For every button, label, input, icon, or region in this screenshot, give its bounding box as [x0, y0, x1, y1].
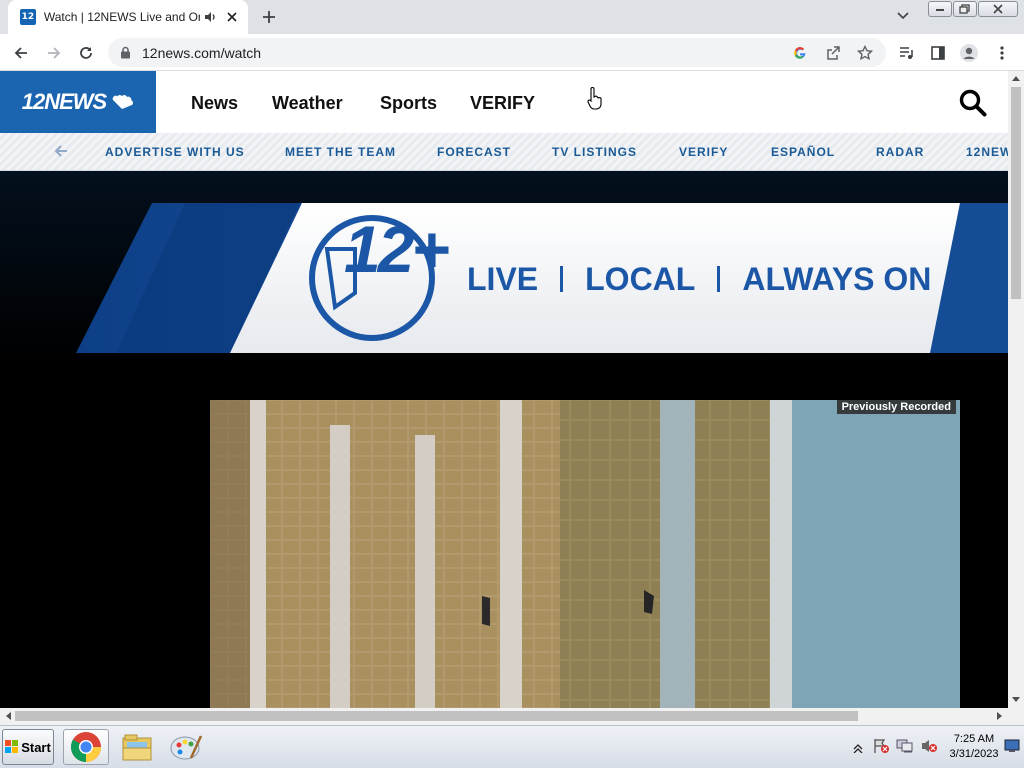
media-control-icon[interactable] [895, 42, 917, 64]
tagline-always-on: ALWAYS ON [742, 260, 932, 297]
clock-time: 7:25 AM [953, 733, 995, 745]
volume-muted-icon[interactable] [920, 738, 938, 759]
taskbar-explorer-button[interactable] [114, 729, 160, 765]
tagline-divider [560, 266, 564, 292]
site-header: 12NEWS News Weather Sports VERIFY [0, 71, 1008, 133]
action-center-flag-icon[interactable] [872, 738, 890, 759]
subnav-tv-listings[interactable]: TV LISTINGS [552, 145, 637, 159]
reload-icon[interactable] [75, 42, 97, 64]
horizontal-scroll-thumb[interactable] [15, 711, 858, 721]
subnav-advertise[interactable]: ADVERTISE WITH US [105, 145, 245, 159]
nav-weather[interactable]: Weather [272, 93, 343, 114]
nav-verify[interactable]: VERIFY [470, 93, 535, 114]
previously-recorded-badge: Previously Recorded [836, 400, 956, 414]
scroll-left-arrow-icon[interactable] [5, 712, 11, 720]
show-desktop-icon[interactable] [1004, 739, 1020, 758]
tagline-local: LOCAL [585, 260, 696, 297]
subnav-meet-the-team[interactable]: MEET THE TEAM [285, 145, 396, 159]
site-logo[interactable]: 12NEWS [0, 71, 156, 133]
tab-favicon-icon: 12 [20, 9, 36, 25]
new-tab-button[interactable] [258, 7, 280, 27]
paint-palette-icon [170, 735, 203, 760]
minimize-window-button[interactable] [928, 1, 952, 17]
close-window-button[interactable] [978, 1, 1018, 17]
subnav-espanol[interactable]: ESPAÑOL [771, 145, 835, 159]
network-icon[interactable] [896, 738, 914, 759]
browser-tab-active[interactable]: 12 Watch | 12NEWS Live and On-D [8, 0, 248, 34]
browser-tab-strip: 12 Watch | 12NEWS Live and On-D [0, 0, 1024, 34]
tray-expand-icon[interactable] [853, 740, 863, 758]
restore-window-button[interactable] [953, 1, 977, 17]
subnav-back-arrow-icon[interactable] [53, 143, 69, 164]
scroll-down-arrow-icon[interactable] [1012, 697, 1020, 703]
tagline-live: LIVE [467, 260, 539, 297]
google-icon[interactable] [791, 44, 809, 62]
folder-icon [122, 734, 152, 761]
horizontal-scrollbar[interactable] [0, 708, 1024, 725]
kebab-menu-icon[interactable] [991, 42, 1013, 64]
tagline-divider [717, 266, 721, 292]
clock-date: 3/31/2023 [949, 748, 999, 760]
side-panel-icon[interactable] [927, 42, 949, 64]
video-player[interactable]: Previously Recorded [210, 400, 960, 708]
address-bar[interactable]: 12news.com/watch [108, 38, 886, 67]
secondary-nav: ADVERTISE WITH US MEET THE TEAM FORECAST… [0, 133, 1008, 171]
chrome-icon [70, 732, 102, 762]
tab-audio-icon[interactable] [202, 11, 218, 23]
windows-logo-icon [5, 740, 19, 753]
windows-taskbar: Start 7:25 AM 3/31/2023 [0, 725, 1024, 768]
tab-title: Watch | 12NEWS Live and On-D [43, 10, 201, 24]
start-button[interactable]: Start [2, 729, 54, 765]
tab-search-chevron-icon[interactable] [896, 8, 910, 27]
vertical-scrollbar[interactable] [1008, 71, 1024, 708]
nav-news[interactable]: News [191, 93, 238, 114]
scroll-up-arrow-icon[interactable] [1012, 75, 1020, 81]
taskbar-clock[interactable]: 7:25 AM 3/31/2023 [944, 732, 1004, 762]
nav-sports[interactable]: Sports [380, 93, 437, 114]
taskbar-chrome-button[interactable] [63, 729, 109, 765]
profile-avatar-icon[interactable] [958, 42, 980, 64]
start-label: Start [21, 739, 51, 755]
lock-icon[interactable] [120, 46, 131, 64]
bookmark-star-icon[interactable] [856, 44, 874, 62]
subnav-verify[interactable]: VERIFY [679, 145, 728, 159]
taskbar-paint-button[interactable] [163, 729, 209, 765]
url-text[interactable]: 12news.com/watch [142, 45, 261, 61]
back-arrow-icon[interactable] [10, 42, 32, 64]
subnav-12news[interactable]: 12NEWS [966, 145, 1008, 159]
banner-logo-text: 12+ [344, 212, 450, 286]
logo-text: 12NEWS [21, 89, 107, 114]
watch-hero: 12+ LIVE LOCAL ALWAYS ON Previously Reco… [0, 171, 1008, 708]
scroll-right-arrow-icon[interactable] [997, 712, 1003, 720]
tab-close-icon[interactable] [224, 12, 240, 22]
subnav-forecast[interactable]: FORECAST [437, 145, 511, 159]
vertical-scroll-thumb[interactable] [1011, 87, 1021, 299]
mouse-cursor-icon [587, 87, 602, 110]
web-page: 12NEWS News Weather Sports VERIFY ADVERT… [0, 71, 1008, 708]
search-icon[interactable] [958, 88, 988, 123]
share-icon[interactable] [824, 44, 842, 62]
banner-tagline: LIVE LOCAL ALWAYS ON [467, 259, 931, 299]
browser-toolbar: 12news.com/watch [0, 34, 1024, 71]
subnav-radar[interactable]: RADAR [876, 145, 924, 159]
video-frame-building [210, 400, 960, 708]
forward-arrow-icon[interactable] [43, 42, 65, 64]
peacock-icon [112, 95, 134, 109]
